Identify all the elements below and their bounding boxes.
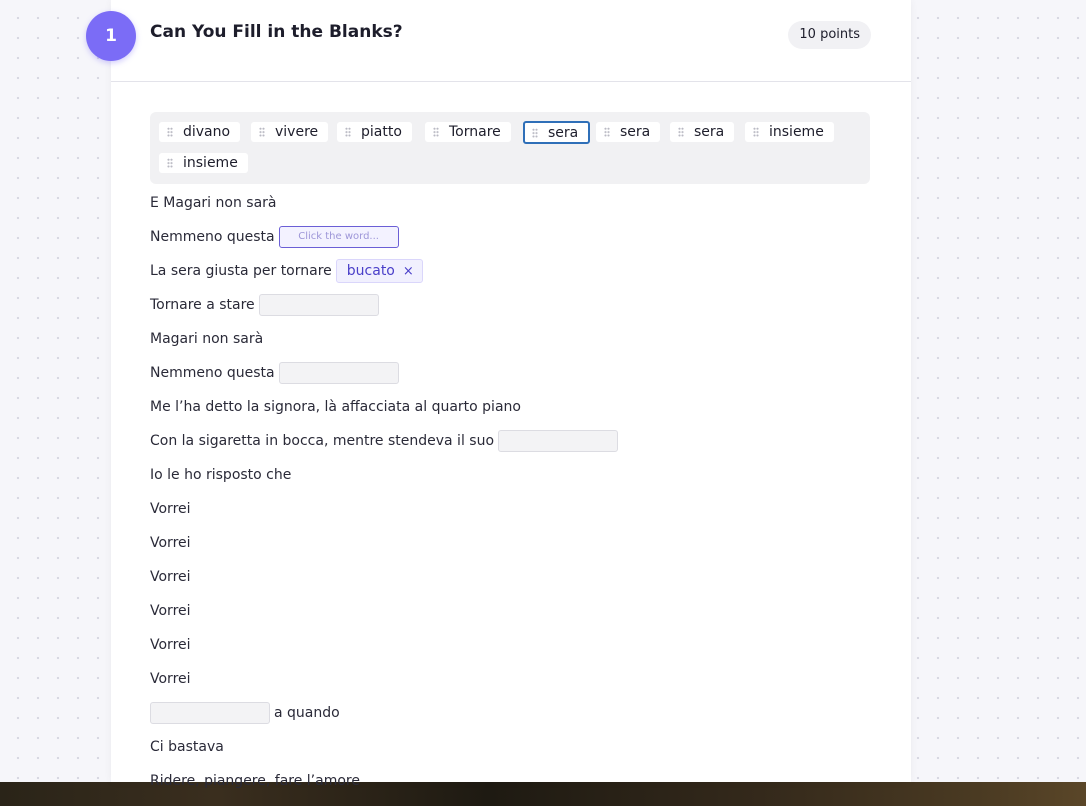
line-text: Nemmeno questa: [150, 229, 275, 245]
lyric-line: Magari non sarà: [150, 327, 263, 351]
line-text: Nemmeno questa: [150, 365, 275, 381]
lyric-line: Vorrei: [150, 531, 191, 555]
word-chip-insieme[interactable]: insieme: [159, 153, 248, 173]
lyric-line: Con la sigaretta in bocca, mentre stende…: [150, 429, 622, 453]
line-text: E Magari non sarà: [150, 195, 277, 211]
lyric-line: Ridere, piangere, fare l’amore: [150, 769, 360, 793]
lyric-line: Vorrei: [150, 497, 191, 521]
word-bank: divano vivere piatto Tornare sera sera s…: [150, 112, 870, 184]
lyric-line: Vorrei: [150, 565, 191, 589]
word-chip-sera-selected[interactable]: sera: [523, 121, 591, 144]
line-text: Ci bastava: [150, 739, 224, 755]
lyric-line: Ci bastava: [150, 735, 224, 759]
drag-handle-icon[interactable]: [345, 127, 351, 137]
drag-handle-icon[interactable]: [167, 127, 173, 137]
drag-handle-icon[interactable]: [604, 127, 610, 137]
lyric-line: Nemmeno questa: [150, 361, 403, 385]
lyric-line: Vorrei: [150, 599, 191, 623]
drag-handle-icon[interactable]: [433, 127, 439, 137]
line-text: Me l’ha detto la signora, là affacciata …: [150, 399, 521, 415]
lyric-line: Io le ho risposto che: [150, 463, 291, 487]
line-text: a quando: [274, 705, 340, 721]
line-text: Vorrei: [150, 501, 191, 517]
line-text: Tornare a stare: [150, 297, 255, 313]
blank-input[interactable]: [278, 362, 399, 384]
question-header: Can You Fill in the Blanks? 10 points: [111, 0, 911, 82]
word-chip-vivere[interactable]: vivere: [251, 122, 329, 142]
word-chip-label: sera: [620, 124, 651, 140]
drag-handle-icon[interactable]: [753, 127, 759, 137]
lyric-line: La sera giusta per tornare bucato ×: [150, 259, 423, 283]
word-chip-sera[interactable]: sera: [670, 122, 735, 142]
lyric-line: a quando: [150, 701, 340, 725]
question-number: 1: [105, 26, 117, 46]
word-chip-sera[interactable]: sera: [596, 122, 661, 142]
filled-word: bucato: [346, 263, 395, 279]
word-chip-label: insieme: [769, 124, 824, 140]
lyric-line: Nemmeno questa Click the word...: [150, 225, 403, 249]
blank-input-active[interactable]: Click the word...: [278, 226, 399, 248]
word-chip-insieme[interactable]: insieme: [745, 122, 834, 142]
lyric-line: Vorrei: [150, 667, 191, 691]
word-chip-piatto[interactable]: piatto: [337, 122, 412, 142]
line-text: Vorrei: [150, 671, 191, 687]
line-text: Io le ho risposto che: [150, 467, 292, 483]
line-text: Magari non sarà: [150, 331, 264, 347]
word-chip-label: sera: [548, 124, 579, 141]
question-number-badge: 1: [86, 11, 136, 61]
line-text: Con la sigaretta in bocca, mentre stende…: [150, 433, 495, 449]
line-text: Ridere, piangere, fare l’amore: [150, 773, 360, 789]
word-chip-label: insieme: [183, 155, 238, 171]
blank-input[interactable]: [258, 294, 379, 316]
question-title: Can You Fill in the Blanks?: [150, 22, 403, 42]
word-chip-label: sera: [694, 124, 725, 140]
lyric-line: E Magari non sarà: [150, 191, 277, 215]
word-chip-label: Tornare: [449, 124, 501, 140]
drag-handle-icon[interactable]: [167, 158, 173, 168]
filled-blank[interactable]: bucato ×: [335, 259, 423, 283]
line-text: La sera giusta per tornare: [150, 263, 332, 279]
word-chip-label: piatto: [361, 124, 402, 140]
question-card: Can You Fill in the Blanks? 10 points di…: [111, 0, 911, 789]
line-text: Vorrei: [150, 603, 191, 619]
line-text: Vorrei: [150, 637, 191, 653]
word-chip-label: vivere: [275, 124, 319, 140]
lyric-line: Vorrei: [150, 633, 191, 657]
blank-input[interactable]: [150, 702, 270, 724]
word-chip-divano[interactable]: divano: [159, 122, 241, 142]
drag-handle-icon[interactable]: [532, 127, 538, 138]
word-chip-tornare[interactable]: Tornare: [425, 122, 511, 142]
lyric-line: Me l’ha detto la signora, là affacciata …: [150, 395, 521, 419]
lyric-line: Tornare a stare: [150, 293, 383, 317]
line-text: Vorrei: [150, 569, 191, 585]
remove-icon[interactable]: ×: [403, 264, 414, 279]
points-badge: 10 points: [788, 21, 871, 49]
word-chip-label: divano: [183, 124, 231, 140]
drag-handle-icon[interactable]: [678, 127, 684, 137]
line-text: Vorrei: [150, 535, 191, 551]
blank-input[interactable]: [498, 430, 619, 452]
drag-handle-icon[interactable]: [259, 127, 265, 137]
